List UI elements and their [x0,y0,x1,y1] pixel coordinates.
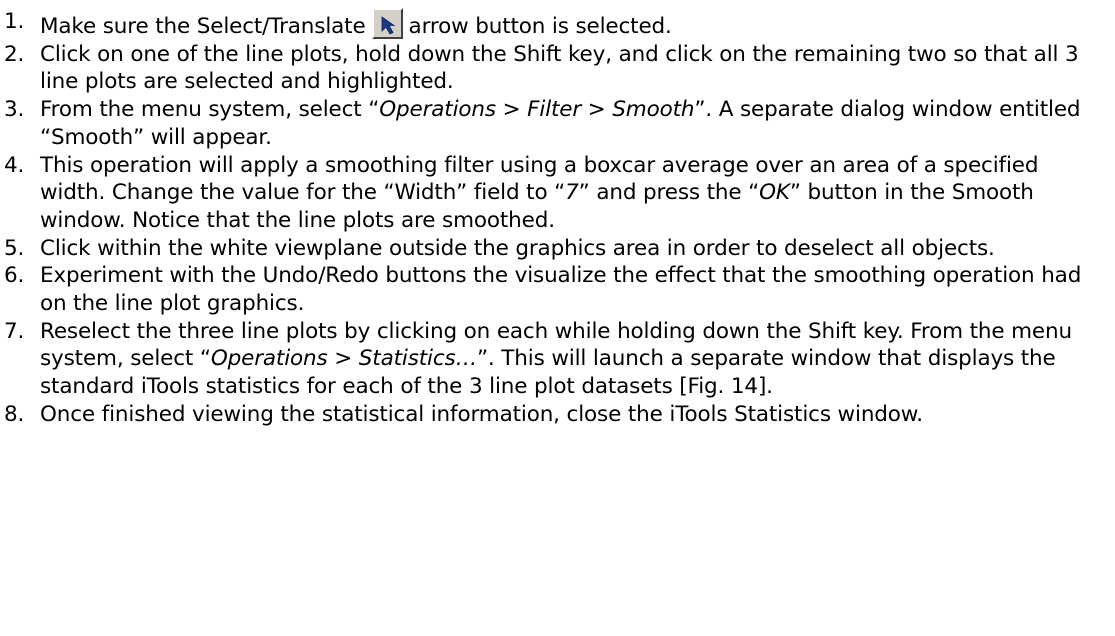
step-text: Click within the white viewplane outside… [40,235,995,261]
step-text: Click on one of the line plots, hold dow… [40,41,1079,95]
menu-path: Operations > Filter > Smooth [379,97,695,123]
step-number: 4. [4,152,25,178]
step-number: 8. [4,401,25,427]
step-number: 7. [4,318,25,344]
select-translate-arrow-icon [371,8,403,39]
step-7: 7. Reselect the three line plots by clic… [0,318,1110,401]
step-text: Once finished viewing the statistical in… [40,401,923,427]
step-number: 6. [4,263,25,289]
step-5: 5. Click within the white viewplane outs… [0,235,1110,263]
step-6: 6. Experiment with the Undo/Redo buttons… [0,262,1110,317]
step-number: 2. [4,41,25,67]
step-text: This operation will apply a smoothing fi… [40,152,1039,233]
step-number: 3. [4,97,25,123]
step-number: 5. [4,235,25,261]
step-number: 1. [4,9,25,34]
step-text: Reselect the three line plots by clickin… [40,318,1072,400]
step-text: Experiment with the Undo/Redo buttons th… [40,263,1082,317]
width-value: 7 [565,180,579,206]
instruction-list: 1. Make sure the Select/Translate arrow … [0,8,1110,429]
step-8: 8. Once finished viewing the statistical… [0,401,1110,429]
step-3: 3. From the menu system, select “Operati… [0,96,1110,151]
step-1: 1. Make sure the Select/Translate arrow … [0,8,1110,41]
step-text: Make sure the Select/Translate arrow but… [40,8,1110,41]
step-2: 2. Click on one of the line plots, hold … [0,41,1110,96]
step-4: 4. This operation will apply a smoothing… [0,152,1110,235]
menu-path: Operations > Statistics… [210,346,477,372]
step-text: From the menu system, select “Operations… [40,97,1081,150]
ok-button-name: OK [759,180,790,206]
